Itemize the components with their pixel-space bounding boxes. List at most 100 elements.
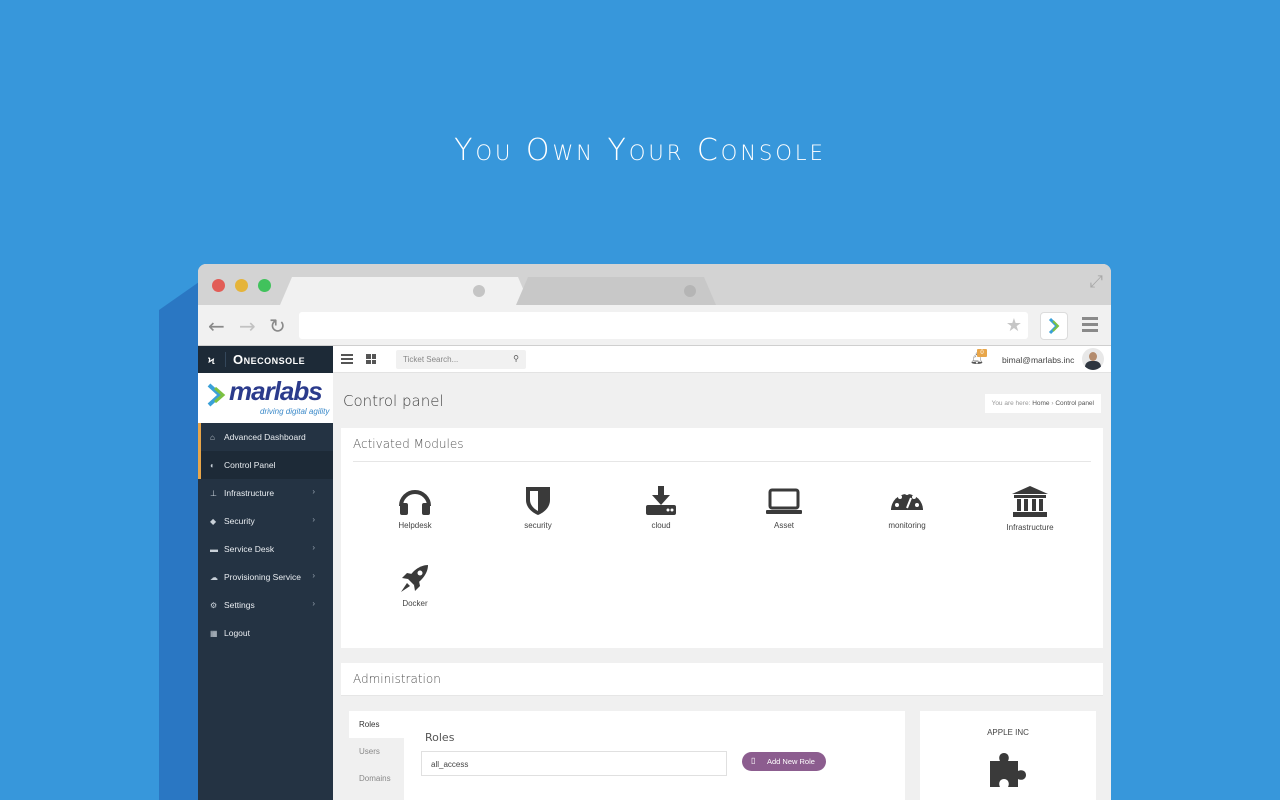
sidebar-item-infrastructure[interactable]: ⊥ Infrastructure › <box>198 479 333 507</box>
gears-icon: ⚙ <box>210 600 218 610</box>
roles-heading: Roles <box>425 731 455 744</box>
add-role-label: Add New Role <box>767 757 815 766</box>
divider <box>353 461 1091 462</box>
divider <box>341 695 1103 696</box>
download-icon <box>646 486 676 515</box>
module-monitoring[interactable]: monitoring <box>845 486 969 530</box>
breadcrumb-prefix: You are here: <box>991 400 1031 407</box>
bookmark-icon: ▯ <box>751 756 756 765</box>
briefcase-icon: ▬ <box>210 544 218 554</box>
module-security[interactable]: security <box>476 486 600 530</box>
sitemap-icon: ⊥ <box>210 488 217 498</box>
brand-bar[interactable]: ϟ Oneconsole <box>198 346 333 373</box>
toggle-icon: ◐ <box>210 460 215 470</box>
logo-tagline: driving digital agility <box>260 407 330 416</box>
reload-icon[interactable]: ↻ <box>269 314 286 338</box>
organization-card[interactable]: APPLE INC <box>920 711 1096 800</box>
chevron-right-icon: › <box>312 599 315 608</box>
module-label: Asset <box>773 521 794 530</box>
tab-close-icon[interactable] <box>473 285 485 297</box>
module-cloud[interactable]: cloud <box>599 486 723 530</box>
avatar[interactable] <box>1082 348 1104 370</box>
sidebar-item-label: Security <box>224 516 255 526</box>
sidebar-item-settings[interactable]: ⚙ Settings › <box>198 591 333 619</box>
home-icon: ⌂ <box>210 432 215 442</box>
laptop-icon <box>766 488 802 514</box>
sidebar-item-security[interactable]: ◆ Security › <box>198 507 333 535</box>
sidebar-item-provisioning-service[interactable]: ☁ Provisioning Service › <box>198 563 333 591</box>
grid-view-icon[interactable] <box>366 354 376 364</box>
chevron-right-icon: › <box>312 515 315 524</box>
puzzle-icon <box>990 753 1026 787</box>
app-root: ϟ Oneconsole marlabs driving digital agi… <box>198 346 1111 800</box>
fullscreen-icon[interactable]: ⤢ <box>1089 272 1103 292</box>
notification-badge: 0 <box>977 349 987 357</box>
tab-users[interactable]: Users <box>349 738 404 765</box>
marlabs-extension-icon <box>1048 317 1060 335</box>
browser-tab-active[interactable] <box>280 277 530 305</box>
brand-name: Oneconsole <box>233 352 306 367</box>
breadcrumb-home[interactable]: Home <box>1032 400 1049 407</box>
page-title: Control panel <box>343 392 444 410</box>
sidebar-item-service-desk[interactable]: ▬ Service Desk › <box>198 535 333 563</box>
browser-tab-inactive[interactable] <box>516 277 716 305</box>
breadcrumb-current: Control panel <box>1055 400 1094 407</box>
panel-title: Administration <box>353 672 441 686</box>
module-label: monitoring <box>888 521 926 530</box>
breadcrumb-separator: › <box>1051 400 1054 407</box>
administration-panel: Administration <box>341 663 1103 696</box>
admin-tabs: Roles Users Domains <box>349 711 404 800</box>
chevron-right-icon: › <box>312 543 315 552</box>
close-window-button[interactable] <box>212 279 225 292</box>
role-input[interactable]: all_access <box>421 751 727 776</box>
dashboard-icon <box>891 491 923 510</box>
module-helpdesk[interactable]: Helpdesk <box>353 486 477 530</box>
module-asset[interactable]: Asset <box>722 486 846 530</box>
rocket-icon <box>401 565 428 592</box>
module-label: security <box>524 521 552 530</box>
sidebar-item-label: Control Panel <box>224 460 276 470</box>
back-arrow-icon[interactable]: ← <box>208 314 225 338</box>
breadcrumb: You are here: Home › Control panel <box>984 394 1101 413</box>
company-logo: marlabs driving digital agility <box>198 373 333 423</box>
sidebar-item-logout[interactable]: ▦ Logout <box>198 619 333 647</box>
top-navbar: Ticket Search... ⚲ 🔔︎ 0 bimal@marlabs.in… <box>333 346 1111 373</box>
module-infrastructure[interactable]: Infrastructure <box>968 486 1092 532</box>
sidebar: ϟ Oneconsole marlabs driving digital agi… <box>198 346 333 800</box>
organization-name: APPLE INC <box>987 728 1029 737</box>
minimize-window-button[interactable] <box>235 279 248 292</box>
ticket-search-input[interactable]: Ticket Search... ⚲ <box>396 350 526 369</box>
forward-arrow-icon[interactable]: → <box>239 314 256 338</box>
sidebar-item-label: Logout <box>224 628 250 638</box>
sidebar-item-control-panel[interactable]: ◐ Control Panel <box>198 451 333 479</box>
panel-title: Activated Modules <box>353 437 464 451</box>
cloud-icon: ☁ <box>210 572 218 582</box>
roles-section: Roles all_access ▯ Add New Role <box>404 711 905 800</box>
address-input[interactable]: ★ <box>299 312 1028 339</box>
sidebar-item-label: Advanced Dashboard <box>224 432 306 442</box>
tab-roles[interactable]: Roles <box>349 711 404 738</box>
bolt-icon: ϟ <box>198 352 226 367</box>
browser-menu-icon[interactable] <box>1082 317 1098 335</box>
tab-bar: ⤢ <box>198 264 1111 305</box>
sidebar-menu: ⌂ Advanced Dashboard ◐ Control Panel ⊥ I… <box>198 423 333 647</box>
search-placeholder: Ticket Search... <box>403 355 459 364</box>
user-email[interactable]: bimal@marlabs.inc <box>1002 355 1074 365</box>
tab-close-icon[interactable] <box>684 285 696 297</box>
hamburger-menu-icon[interactable] <box>341 354 353 366</box>
activated-modules-panel: Activated Modules Helpdesk security clou… <box>341 428 1103 648</box>
module-label: Infrastructure <box>1006 523 1054 532</box>
institution-icon <box>1012 486 1048 517</box>
headline: You Own Your Console <box>454 133 826 168</box>
sidebar-item-label: Service Desk <box>224 544 275 554</box>
maximize-window-button[interactable] <box>258 279 271 292</box>
search-icon[interactable]: ⚲ <box>513 354 519 363</box>
sidebar-item-advanced-dashboard[interactable]: ⌂ Advanced Dashboard <box>198 423 333 451</box>
marlabs-logo-icon <box>207 383 226 407</box>
bookmark-star-icon[interactable]: ★ <box>1006 315 1022 336</box>
tab-domains[interactable]: Domains <box>349 765 404 792</box>
module-label: Helpdesk <box>398 521 432 530</box>
add-new-role-button[interactable]: ▯ Add New Role <box>742 752 826 771</box>
extension-button[interactable] <box>1040 312 1068 340</box>
module-docker[interactable]: Docker <box>353 564 477 608</box>
